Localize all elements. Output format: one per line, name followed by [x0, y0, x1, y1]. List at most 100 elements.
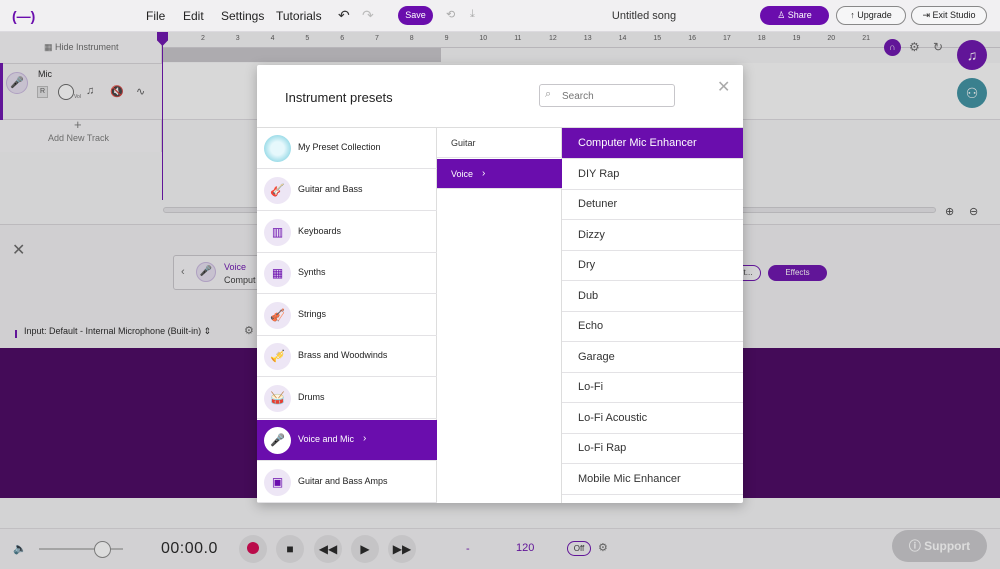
mute-icon[interactable]: 🔇	[110, 85, 124, 98]
category-item[interactable]: 🎺 Brass and Woodwinds	[257, 336, 437, 377]
synth-icon: ▦	[264, 260, 291, 287]
ruler-tick-label: 20	[827, 35, 836, 42]
play-button[interactable]: ▶	[351, 535, 379, 563]
mic-icon[interactable]: 🎤	[6, 72, 28, 94]
preset-label: Mobile Mic Enhancer	[578, 473, 681, 485]
music-note-icon[interactable]: ♫	[957, 40, 987, 70]
preset-item[interactable]: Garage	[562, 342, 743, 373]
fast-forward-button[interactable]: ▶▶	[388, 535, 416, 563]
share-button[interactable]: ♙ Share	[760, 6, 829, 25]
stop-button[interactable]: ■	[276, 535, 304, 563]
key-display[interactable]: -	[466, 543, 470, 555]
violin-icon: 🎻	[264, 302, 291, 329]
ruler-tick-label: 4	[270, 35, 275, 42]
metronome-settings-icon[interactable]: ⚙	[598, 541, 608, 554]
search-input[interactable]	[562, 89, 672, 103]
preset-item[interactable]: Dry	[562, 250, 743, 281]
volume-knob[interactable]	[58, 84, 74, 100]
ruler-tick-label: 13	[583, 35, 592, 42]
loop-icon[interactable]: ↻	[933, 40, 943, 54]
loop-region[interactable]	[163, 48, 441, 62]
upgrade-button[interactable]: ↑ Upgrade	[836, 6, 906, 25]
plus-icon[interactable]: +	[74, 117, 82, 132]
ruler-tick-label: 14	[618, 35, 627, 42]
support-button[interactable]: ⓘ Support	[892, 530, 987, 562]
mic-icon: 🎤	[196, 262, 216, 282]
track-name[interactable]: Mic	[38, 69, 52, 79]
stop-icon: ■	[286, 542, 294, 556]
hide-instrument-button[interactable]: ▦ Hide Instrument	[44, 42, 119, 53]
headphones-icon[interactable]: ♫	[86, 85, 94, 97]
category-label: Drums	[298, 392, 325, 402]
speaker-icon[interactable]: 🔈	[13, 542, 27, 555]
ruler-tick-label: 10	[479, 35, 488, 42]
metronome-toggle[interactable]: Off	[567, 541, 591, 556]
category-item[interactable]: My Preset Collection	[257, 128, 437, 169]
record-icon	[247, 542, 259, 554]
preset-item[interactable]: Echo	[562, 311, 743, 342]
subcategory-item[interactable]: Guitar	[437, 128, 562, 158]
preset-item[interactable]: Lo-Fi Rap	[562, 433, 743, 464]
save-button[interactable]: Save	[398, 6, 433, 25]
time-display: 00:00.0	[161, 540, 218, 557]
bpm-display[interactable]: 120	[516, 542, 534, 554]
headphone-monitor-icon[interactable]: ∩	[884, 39, 901, 56]
category-item[interactable]: 🎤 Voice and Mic ›	[257, 420, 437, 461]
category-label: Strings	[298, 309, 327, 319]
category-item[interactable]: ▥ Keyboards	[257, 212, 437, 253]
preset-item[interactable]: Dizzy	[562, 220, 743, 251]
search-icon: ⌕	[545, 88, 552, 100]
timeline-ruler[interactable]: 2 3 4 5 6 7 8 9 10 11 12 13 14 15 16 17 18 19 20 21	[163, 32, 1000, 48]
input-selector[interactable]: Input: Default - Internal Microphone (Bu…	[24, 326, 211, 337]
history-icon[interactable]: ⟲	[446, 8, 455, 21]
download-icon[interactable]: ⤓	[470, 8, 475, 21]
preset-item[interactable]: Detuner	[562, 189, 743, 220]
input-label: Input: Default - Internal Microphone (Bu…	[24, 326, 202, 336]
master-volume-handle[interactable]	[94, 541, 111, 558]
input-indicator	[15, 330, 17, 338]
playhead[interactable]	[162, 32, 163, 200]
preset-item[interactable]: Mobile Mic Enhancer	[562, 464, 743, 495]
song-title[interactable]: Untitled song	[600, 10, 688, 22]
instrument-presets-modal: Instrument presets ⌕ ✕ My Preset Collect…	[257, 65, 743, 503]
redo-icon[interactable]: ↷	[362, 7, 374, 24]
subcategory-item[interactable]: Voice ›	[437, 159, 562, 189]
ruler-tick-label: 5	[305, 35, 310, 42]
record-arm-button[interactable]: R	[37, 86, 48, 98]
collaborators-icon[interactable]: ⚇	[957, 78, 987, 108]
subcategory-label: Guitar	[451, 138, 476, 148]
category-item[interactable]: ▣ Guitar and Bass Amps	[257, 462, 437, 503]
automation-icon[interactable]: ∿	[136, 85, 145, 98]
preset-item[interactable]: Dub	[562, 281, 743, 312]
menu-tutorials[interactable]: Tutorials	[276, 9, 322, 23]
close-icon[interactable]: ✕	[717, 77, 730, 97]
add-new-track-button[interactable]: Add New Track	[48, 133, 109, 143]
preset-item[interactable]: Lo-Fi	[562, 372, 743, 403]
play-icon: ▶	[360, 542, 370, 556]
menu-settings[interactable]: Settings	[221, 9, 264, 23]
support-label: Support	[924, 539, 971, 553]
logo[interactable]: (—)	[12, 8, 35, 24]
category-item[interactable]: 🎻 Strings	[257, 295, 437, 336]
zoom-in-icon[interactable]: ⊕	[945, 205, 954, 218]
close-panel-icon[interactable]: ✕	[12, 240, 25, 260]
preset-item[interactable]: Computer Mic Enhancer	[562, 128, 743, 159]
chevron-left-icon[interactable]: ‹	[181, 266, 185, 278]
gear-icon[interactable]: ⚙	[909, 40, 920, 54]
category-item[interactable]: 🥁 Drums	[257, 378, 437, 419]
undo-icon[interactable]: ↶	[338, 7, 350, 24]
preset-item[interactable]: Lo-Fi Acoustic	[562, 403, 743, 434]
input-settings-icon[interactable]: ⚙	[244, 324, 254, 337]
effects-button[interactable]: Effects	[768, 265, 827, 281]
category-item[interactable]: ▦ Synths	[257, 253, 437, 294]
ruler-tick-label: 11	[514, 35, 522, 42]
category-item[interactable]: 🎸 Guitar and Bass	[257, 170, 437, 211]
rewind-button[interactable]: ◀◀	[314, 535, 342, 563]
category-label: Guitar and Bass	[298, 184, 363, 194]
zoom-out-icon[interactable]: ⊖	[969, 205, 978, 218]
menu-edit[interactable]: Edit	[183, 9, 204, 23]
exit-studio-button[interactable]: ⇥ Exit Studio	[911, 6, 987, 25]
trumpet-icon: 🎺	[264, 343, 291, 370]
preset-item[interactable]: DIY Rap	[562, 159, 743, 190]
menu-file[interactable]: File	[146, 9, 165, 23]
